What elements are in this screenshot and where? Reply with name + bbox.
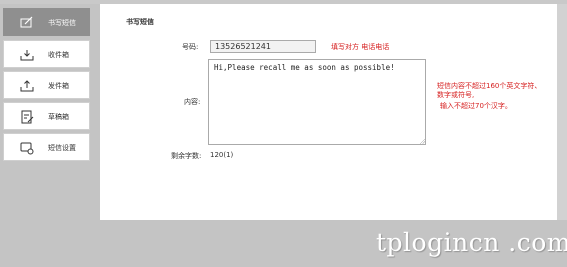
sidebar-item-compose[interactable]: 书写短信 xyxy=(3,8,90,36)
phone-label: 号码: xyxy=(182,43,199,51)
compose-icon xyxy=(20,16,34,30)
inbox-icon xyxy=(20,48,34,62)
right-border xyxy=(557,4,567,220)
sidebar-item-label: 收件箱 xyxy=(48,51,69,59)
sidebar-item-outbox[interactable]: 发件箱 xyxy=(3,71,90,99)
content-hint-line3: 输入不超过70个汉字。 xyxy=(440,102,512,110)
content-hint-line1: 短信内容不超过160个英文字符、 xyxy=(437,82,542,90)
sidebar-item-drafts[interactable]: 草稿箱 xyxy=(3,102,90,130)
sidebar-item-label: 短信设置 xyxy=(48,144,76,152)
remaining-label: 剩余字数: xyxy=(171,152,202,160)
phone-input[interactable] xyxy=(210,40,316,53)
sidebar-item-label: 草稿箱 xyxy=(48,113,69,121)
phone-hint: 填写对方 电话电话 xyxy=(331,43,390,51)
sidebar: 书写短信 收件箱 发件箱 草稿箱 短信设置 xyxy=(0,4,100,267)
content-textarea[interactable]: Hi,Please recall me as soon as possible! xyxy=(208,59,426,145)
sidebar-item-inbox[interactable]: 收件箱 xyxy=(3,40,90,68)
watermark: tplogincn .com xyxy=(376,228,567,257)
outbox-icon xyxy=(20,79,34,93)
resize-grip-icon[interactable] xyxy=(419,138,425,144)
sms-settings-icon xyxy=(20,141,34,155)
sidebar-item-label: 发件箱 xyxy=(48,82,69,90)
sidebar-item-label: 书写短信 xyxy=(48,19,76,27)
remaining-count: 120(1) xyxy=(210,151,234,159)
content-label: 内容: xyxy=(184,98,201,106)
page-title: 书写短信 xyxy=(126,18,154,26)
sidebar-item-sms-settings[interactable]: 短信设置 xyxy=(3,133,90,161)
content-hint-line2: 数字或符号, xyxy=(437,91,475,99)
drafts-icon xyxy=(20,110,34,124)
